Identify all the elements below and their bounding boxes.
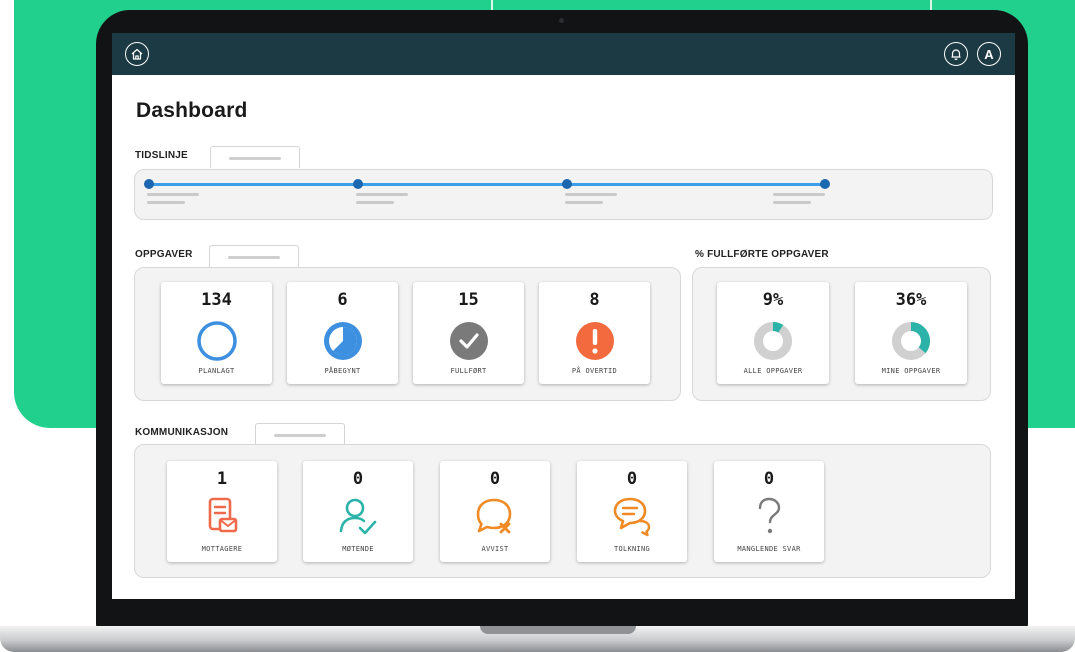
question-mark-icon [758,497,781,534]
donut-chart-icon [754,322,792,360]
task-count: 15 [458,290,479,310]
bell-icon[interactable] [944,42,968,66]
avatar[interactable]: A [977,42,1001,66]
comm-label: MOTTAGERE [201,545,243,553]
task-label: FULLFØRT [450,367,487,375]
completion-label-text: ALLE OPPGAVER [743,367,803,375]
timeline-text-placeholder [356,201,394,204]
comm-card-attending[interactable]: 0 MØTENDE [303,461,413,562]
home-icon[interactable] [125,42,149,66]
chat-declined-icon [476,498,512,534]
task-label: PLANLAGT [198,367,235,375]
timeline-tab[interactable] [210,146,300,168]
webcam [559,18,564,23]
timeline-point[interactable] [353,179,363,189]
timeline-panel [134,169,993,220]
task-card-completed[interactable]: 15 FULLFØRT [413,282,524,384]
timeline-text-placeholder [773,193,825,196]
laptop-screen: A Dashboard TIDSLINJE OPPGAVER 134 PLANL… [112,33,1015,599]
comm-count: 1 [216,469,228,489]
chat-bubbles-icon [613,497,651,537]
communication-label: KOMMUNIKASJON [135,427,229,438]
top-bar: A [112,33,1015,75]
timeline-text-placeholder [356,193,408,196]
task-card-overdue[interactable]: 8 PÅ OVERTID [539,282,650,384]
comm-count: 0 [489,469,501,489]
timeline-text-placeholder [147,193,199,196]
comm-label: MØTENDE [342,545,374,553]
task-count: 134 [201,290,232,310]
empty-circle-icon [196,321,237,361]
completion-card-all[interactable]: 9% ALLE OPPGAVER [717,282,829,384]
tasks-label: OPPGAVER [135,249,193,260]
comm-label: TOLKNING [613,545,651,553]
task-card-started[interactable]: 6 PÅBEGYNT [287,282,398,384]
timeline-point[interactable] [820,179,830,189]
check-circle-icon [449,322,488,360]
timeline-text-placeholder [565,201,603,204]
completion-percent: 36% [895,290,927,310]
task-count: 6 [337,290,348,310]
communication-tab[interactable] [255,423,345,445]
page-title: Dashboard [136,99,248,122]
completion-percent: 9% [762,290,784,310]
timeline-text-placeholder [773,201,811,204]
timeline-label: TIDSLINJE [135,150,188,161]
task-label: PÅBEGYNT [324,367,361,375]
tasks-tab[interactable] [209,245,299,267]
stage: A Dashboard TIDSLINJE OPPGAVER 134 PLANL… [0,0,1075,652]
document-message-icon [208,497,238,533]
comm-card-recipients[interactable]: 1 MOTTAGERE [167,461,277,562]
completion-card-mine[interactable]: 36% MINE OPPGAVER [855,282,967,384]
exclamation-circle-icon [575,322,614,360]
task-label: PÅ OVERTID [571,367,618,375]
timeline-point[interactable] [144,179,154,189]
comm-count: 0 [626,469,638,489]
timeline-point[interactable] [562,179,572,189]
comm-card-missing-reply[interactable]: 0 MANGLENDE SVAR [714,461,824,562]
timeline-text-placeholder [565,193,617,196]
laptop-base-notch [480,626,636,634]
timeline-track [149,183,825,186]
person-check-icon [339,498,377,535]
completion-label-text: MINE OPPGAVER [881,367,941,375]
comm-card-declined[interactable]: 0 AVVIST [440,461,550,562]
tab-placeholder [274,434,326,437]
progress-pie-icon [323,322,362,360]
tab-placeholder [229,157,281,160]
task-card-planned[interactable]: 134 PLANLAGT [161,282,272,384]
comm-count: 0 [763,469,775,489]
donut-chart-icon [892,322,930,360]
completion-label: % FULLFØRTE OPPGAVER [695,249,829,260]
comm-label: MANGLENDE SVAR [737,545,801,553]
comm-count: 0 [352,469,364,489]
timeline-text-placeholder [147,201,185,204]
comm-card-interpretation[interactable]: 0 TOLKNING [577,461,687,562]
tab-placeholder [228,256,280,259]
comm-label: AVVIST [481,545,509,553]
task-count: 8 [589,290,600,310]
